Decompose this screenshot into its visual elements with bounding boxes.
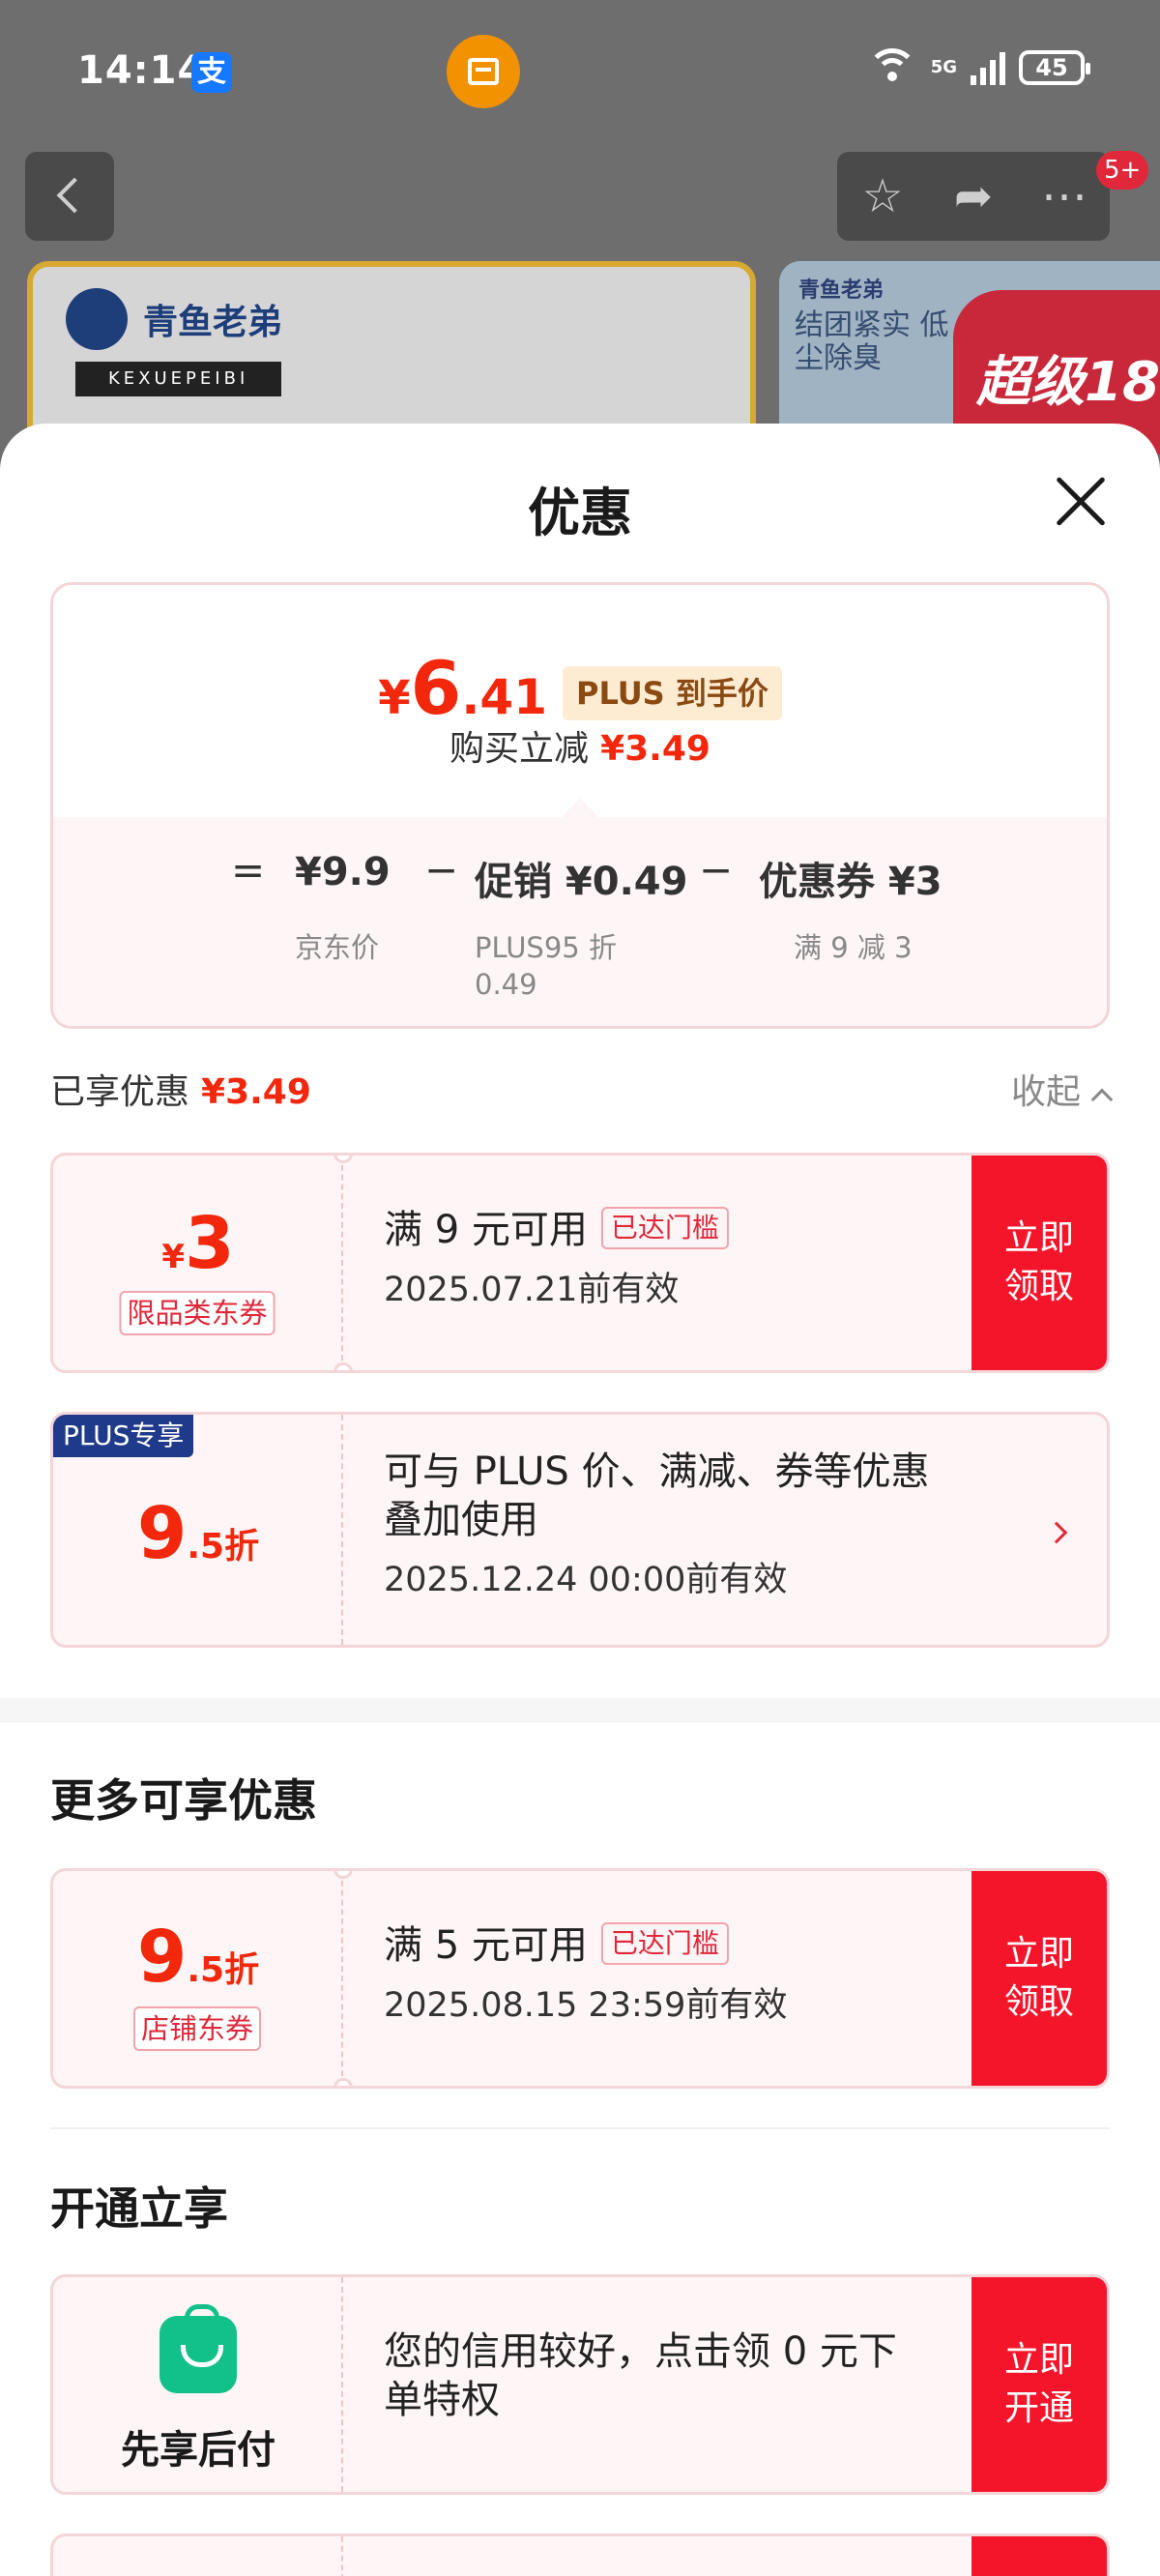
coupon-condition: 满 9 元可用 <box>384 1208 588 1252</box>
coupon-expiry: 2025.12.24 00:00前有效 <box>384 1561 788 1599</box>
product-page-backdrop[interactable]: 14:14 支 5G 45 ☆ ➦ ⋯ 5+ 青鱼老弟 KEXUEPEIBI 青… <box>0 0 1160 454</box>
coupon-value-area <box>53 2536 343 2576</box>
coupon-amount-number: 3 <box>185 1202 235 1285</box>
favorite-star-icon[interactable]: ☆ <box>844 169 921 223</box>
jd-app-icon <box>447 35 520 108</box>
enjoyed-discount: 已享优惠 ¥3.49 <box>50 1064 311 1114</box>
brand-logo <box>66 288 128 350</box>
minus-sign: − <box>699 846 734 893</box>
wifi-icon <box>866 48 917 87</box>
coupon-currency: ¥ <box>161 1238 186 1276</box>
claim-coupon-button[interactable]: 立即领取 <box>972 1871 1107 2086</box>
activate-button[interactable]: 立即开通 <box>972 2277 1107 2492</box>
discount-sheet: 优惠 ¥ 6 .41 PLUS 到手价 购买立减 ¥3.49 = ¥9.9 京东价… <box>0 424 1160 2576</box>
coupon-label: 满 9 减 3 <box>794 931 913 964</box>
price-summary-card: ¥ 6 .41 PLUS 到手价 购买立减 ¥3.49 = ¥9.9 京东价 − … <box>50 582 1110 1029</box>
ticket-notch <box>334 2078 353 2086</box>
secondary-brand: 青鱼老弟 <box>798 278 884 303</box>
secondary-tagline: 结团紧实 低尘除臭 <box>795 308 949 375</box>
final-price: ¥ 6 .41 PLUS 到手价 <box>53 645 1107 731</box>
battery-icon: 45 <box>1019 50 1090 85</box>
jd-price-value: ¥9.9 <box>295 850 391 894</box>
pay-later-card[interactable]: 先享后付 您的信用较好，点击领 0 元下 单特权 立即开通 <box>50 2274 1110 2495</box>
plus-price-tag: PLUS 到手价 <box>562 666 782 720</box>
collapse-label: 收起 <box>1010 1072 1081 1112</box>
reduction-label: 购买立减 <box>450 729 590 769</box>
shop-coupon-card[interactable]: 9.5折 店铺东券 满 5 元可用 已达门槛 2025.08.15 23:59前有… <box>50 1868 1110 2089</box>
share-icon[interactable]: ➦ <box>935 169 1012 223</box>
status-time: 14:14 <box>77 48 206 93</box>
brand-name: 青鱼老弟 <box>143 303 283 342</box>
coupon-info: 可与 PLUS 价、满减、券等优惠 叠加使用 2025.12.24 00:00前… <box>384 1448 930 1601</box>
section-divider <box>0 1698 1160 1723</box>
minus-sign: − <box>424 846 459 893</box>
chevron-up-icon <box>1090 1088 1114 1111</box>
coupon-value: 优惠券 ¥3 <box>759 860 942 904</box>
signal-icon <box>971 50 1005 85</box>
plus-discount-card[interactable]: 9.5折 PLUS专享 可与 PLUS 价、满减、券等优惠 叠加使用 2025.… <box>50 1412 1110 1648</box>
coupon-expiry: 2025.07.21前有效 <box>384 1271 680 1309</box>
pay-later-label: 先享后付 <box>121 2428 276 2473</box>
jd-price-label: 京东价 <box>295 931 380 964</box>
next-offer-card[interactable] <box>50 2533 1110 2576</box>
open-benefits-title: 开通立享 <box>50 2182 228 2235</box>
status-indicators: 5G 45 <box>866 48 1090 87</box>
next-offer-button[interactable] <box>972 2536 1107 2576</box>
price-integer: 6 <box>410 645 462 731</box>
more-discounts-title: 更多可享优惠 <box>50 1774 317 1827</box>
discount-rate: 9.5折 <box>53 1492 343 1575</box>
enjoyed-label: 已享优惠 <box>50 1072 190 1112</box>
coupon-info: 满 9 元可用 已达门槛 2025.07.21前有效 <box>384 1206 729 1311</box>
instant-reduction: 购买立减 ¥3.49 <box>53 720 1107 771</box>
chevron-right-icon <box>1045 1521 1068 1544</box>
claim-coupon-button[interactable]: 立即领取 <box>972 1156 1107 1370</box>
plus-description-cont: 叠加使用 <box>384 1498 538 1542</box>
threshold-reached-tag: 已达门槛 <box>600 1922 729 1965</box>
plus-exclusive-badge: PLUS专享 <box>53 1415 194 1457</box>
coupon-value-area: ¥3 限品类东券 <box>53 1156 343 1370</box>
price-decimal: .41 <box>461 669 547 725</box>
section-divider <box>50 2127 1110 2129</box>
reduction-amount: ¥3.49 <box>600 729 710 769</box>
network-type: 5G <box>930 57 957 77</box>
discount-rate: 9.5折 <box>53 1916 343 1999</box>
promotion-label-amount: 0.49 <box>475 968 537 1001</box>
coupon-type-tag: 限品类东券 <box>119 1291 276 1335</box>
promotion-label: PLUS95 折 <box>475 931 617 964</box>
shopping-bag-icon <box>160 2304 237 2393</box>
pay-later-description: 您的信用较好，点击领 0 元下 <box>384 2329 897 2374</box>
coupon-card[interactable]: ¥3 限品类东券 满 9 元可用 已达门槛 2025.07.21前有效 立即领取 <box>50 1153 1110 1373</box>
coupon-condition: 满 5 元可用 <box>384 1923 588 1968</box>
equals-sign: = <box>231 846 266 893</box>
discount-unit: .5折 <box>187 1950 260 1990</box>
coupon-info: 满 5 元可用 已达门槛 2025.08.15 23:59前有效 <box>384 1921 787 2027</box>
ticket-notch <box>334 1362 353 1370</box>
coupon-value-area: 9.5折 店铺东券 <box>53 1871 343 2086</box>
price-breakdown: = ¥9.9 京东价 − 促销 ¥0.49 PLUS95 折 0.49 − 优惠… <box>53 817 1107 1026</box>
close-icon[interactable] <box>1054 474 1108 528</box>
coupon-type-tag: 店铺东券 <box>132 2006 262 2051</box>
back-button[interactable] <box>25 152 114 241</box>
pay-later-brand: 先享后付 <box>53 2277 343 2492</box>
discount-number: 9 <box>136 1492 188 1575</box>
message-count-badge: 5+ <box>1096 151 1149 190</box>
enjoyed-amount: ¥3.49 <box>201 1072 311 1112</box>
more-icon[interactable]: ⋯ <box>1026 169 1103 223</box>
plus-description: 可与 PLUS 价、满减、券等优惠 <box>384 1449 930 1494</box>
brand-subtitle: KEXUEPEIBI <box>75 362 282 396</box>
pay-later-description-cont: 单特权 <box>384 2378 500 2422</box>
coupon-expiry: 2025.08.15 23:59前有效 <box>384 1986 788 2025</box>
promotion-value: 促销 ¥0.49 <box>475 860 688 904</box>
nav-action-group: ☆ ➦ ⋯ <box>837 152 1110 241</box>
discount-number: 9 <box>136 1916 188 1999</box>
coupon-amount: ¥3 <box>53 1202 343 1285</box>
status-bar: 14:14 支 5G 45 <box>0 0 1160 140</box>
alipay-icon: 支 <box>191 52 232 93</box>
pay-later-info: 您的信用较好，点击领 0 元下 单特权 <box>384 2327 897 2424</box>
threshold-reached-tag: 已达门槛 <box>600 1207 729 1249</box>
sheet-title: 优惠 <box>528 483 632 543</box>
collapse-toggle[interactable]: 收起 <box>1010 1064 1114 1114</box>
discount-unit: .5折 <box>187 1527 260 1566</box>
price-currency: ¥ <box>378 671 411 725</box>
